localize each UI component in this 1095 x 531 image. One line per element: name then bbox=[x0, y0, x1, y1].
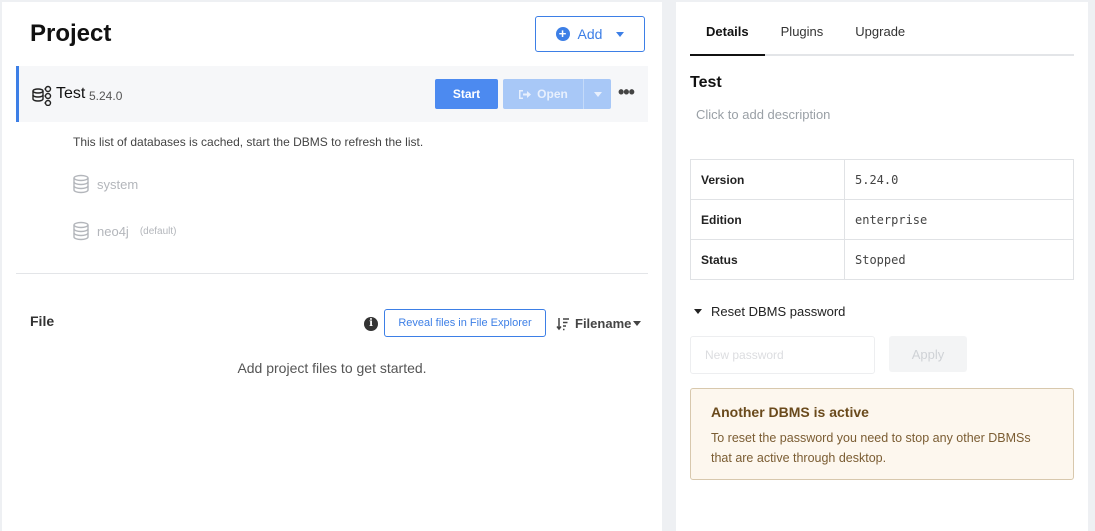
open-button[interactable]: Open bbox=[503, 79, 611, 109]
description-field[interactable]: Click to add description bbox=[696, 107, 830, 122]
warning-text: To reset the password you need to stop a… bbox=[711, 431, 1031, 465]
table-row: Status Stopped bbox=[690, 239, 1074, 280]
warning-title: Another DBMS is active bbox=[711, 404, 869, 420]
reset-password-label: Reset DBMS password bbox=[711, 304, 846, 319]
tab-plugins[interactable]: Plugins bbox=[765, 24, 840, 56]
dbms-detail-title: Test bbox=[690, 74, 722, 91]
open-dropdown-toggle[interactable] bbox=[583, 79, 611, 109]
add-button[interactable]: + Add bbox=[535, 16, 645, 52]
tab-bar: Details Plugins Upgrade bbox=[690, 24, 1074, 56]
files-title: File bbox=[30, 313, 55, 329]
add-button-label: Add bbox=[577, 26, 603, 42]
chevron-down-icon bbox=[593, 91, 602, 97]
dbms-icon bbox=[32, 85, 52, 106]
database-icon bbox=[73, 221, 89, 241]
table-row: Version 5.24.0 bbox=[690, 159, 1074, 200]
open-button-label: Open bbox=[537, 87, 568, 101]
project-panel: Project + Add Test 5.24.0 Start Open •••… bbox=[2, 2, 662, 531]
plus-circle-icon: + bbox=[555, 27, 570, 41]
info-value: Stopped bbox=[855, 252, 906, 267]
database-item[interactable]: neo4j (default) bbox=[72, 221, 177, 241]
tab-details[interactable]: Details bbox=[690, 24, 765, 56]
details-panel: Details Plugins Upgrade Test Click to ad… bbox=[676, 2, 1088, 531]
default-tag: (default) bbox=[139, 225, 177, 237]
info-value: enterprise bbox=[844, 199, 1074, 240]
reveal-files-button[interactable]: Reveal files in File Explorer bbox=[384, 309, 546, 337]
info-icon[interactable]: i bbox=[364, 317, 378, 331]
new-password-input[interactable] bbox=[690, 336, 875, 374]
dbms-version: 5.24.0 bbox=[89, 89, 123, 103]
chevron-down-icon bbox=[633, 321, 642, 326]
dbms-info-table: Version 5.24.0 Edition enterprise Status… bbox=[690, 159, 1074, 280]
warning-banner: Another DBMS is active To reset the pass… bbox=[690, 388, 1074, 480]
info-key: Version bbox=[690, 159, 845, 200]
empty-files-message: Add project files to get started. bbox=[237, 360, 427, 376]
info-value: 5.24.0 bbox=[844, 159, 1074, 200]
open-external-icon bbox=[519, 89, 532, 99]
more-options-icon[interactable]: ••• bbox=[618, 83, 635, 101]
section-divider bbox=[16, 273, 648, 274]
sort-label: Filename bbox=[575, 316, 632, 331]
database-item[interactable]: system bbox=[72, 174, 138, 194]
sort-icon bbox=[556, 317, 569, 330]
table-row: Edition enterprise bbox=[690, 199, 1074, 240]
caret-down-icon bbox=[694, 309, 702, 314]
start-button[interactable]: Start bbox=[435, 79, 498, 109]
sort-dropdown[interactable]: Filename bbox=[556, 316, 642, 331]
info-key: Edition bbox=[690, 199, 845, 240]
database-name: neo4j bbox=[97, 223, 129, 239]
chevron-down-icon bbox=[616, 31, 625, 37]
database-name: system bbox=[97, 176, 139, 192]
page-title: Project bbox=[30, 20, 112, 47]
info-key: Status bbox=[690, 239, 845, 280]
cache-note: This list of databases is cached, start … bbox=[73, 135, 424, 149]
reset-password-toggle[interactable]: Reset DBMS password bbox=[694, 304, 845, 319]
dbms-name: Test bbox=[56, 85, 86, 102]
tab-upgrade[interactable]: Upgrade bbox=[839, 24, 921, 56]
database-icon bbox=[73, 174, 89, 194]
dbms-row[interactable]: Test 5.24.0 Start Open ••• bbox=[16, 66, 648, 122]
apply-button[interactable]: Apply bbox=[889, 336, 967, 372]
